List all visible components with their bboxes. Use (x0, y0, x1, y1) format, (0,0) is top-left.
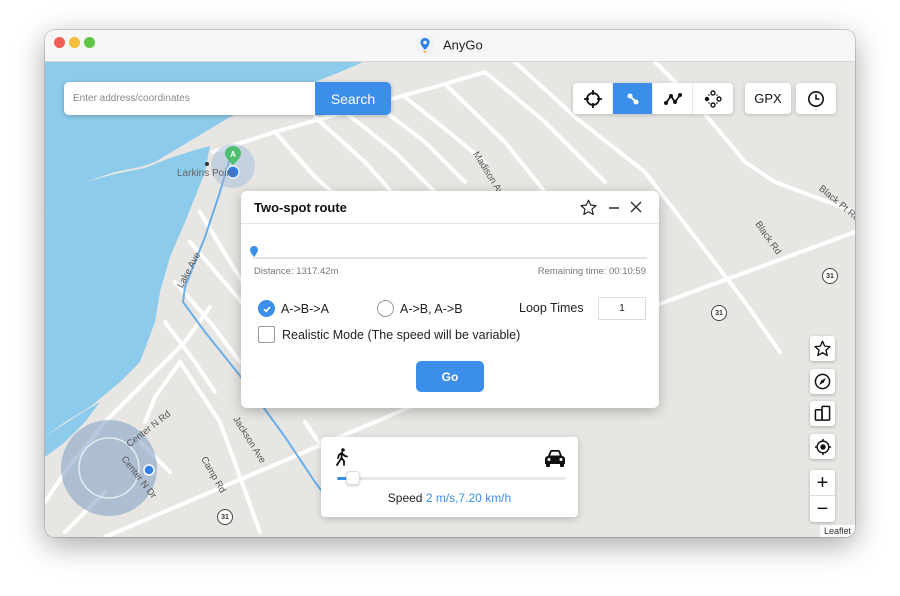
dialog-header: Two-spot route (241, 191, 659, 224)
anygo-logo-icon (417, 36, 434, 54)
route-shield: 31 (711, 305, 727, 321)
multi-spot-mode-button[interactable] (653, 83, 693, 114)
go-button[interactable]: Go (416, 361, 484, 392)
route-progress-bar (253, 257, 647, 259)
title-bar: AnyGo (45, 30, 855, 62)
joystick-mode-button[interactable] (693, 83, 733, 114)
radio-unchecked-icon (377, 300, 394, 317)
multi-spot-icon (663, 92, 682, 105)
window-title: AnyGo (45, 36, 855, 54)
speed-label: Speed (387, 491, 423, 505)
search-input[interactable] (64, 82, 315, 115)
realistic-mode-label: Realistic Mode (The speed will be variab… (282, 327, 521, 342)
gpx-button[interactable]: GPX (745, 83, 791, 114)
favorites-button[interactable] (810, 336, 835, 361)
minimize-dialog-button[interactable] (605, 198, 623, 216)
radio-checked-icon (258, 300, 275, 317)
speed-slider-thumb[interactable] (346, 471, 361, 485)
teleport-mode-button[interactable] (573, 83, 613, 114)
app-title: AnyGo (442, 37, 483, 53)
speed-value: 2 m/s,7.20 km/h (425, 491, 512, 505)
option-round-trip[interactable]: A->B->A (258, 300, 329, 317)
speed-readout: Speed 2 m/s,7.20 km/h (321, 491, 578, 505)
realistic-mode-checkbox[interactable]: Realistic Mode (The speed will be variab… (258, 326, 520, 343)
progress-marker-icon (250, 246, 258, 257)
devices-icon (814, 405, 831, 421)
star-icon (814, 340, 831, 357)
loop-times-input[interactable] (598, 297, 646, 320)
map-view[interactable]: A Larkins Point Madison Ave Black Pt Rd … (45, 62, 855, 537)
distance-text: Distance: 1317.42m (254, 266, 339, 277)
zoom-in-button[interactable]: + (810, 470, 835, 496)
mode-toolbar (573, 83, 733, 114)
route-shield: 31 (822, 268, 838, 284)
clock-icon (808, 90, 824, 107)
compass-button[interactable] (810, 369, 835, 394)
remaining-time-text: Remaining time: 00:10:59 (537, 266, 646, 277)
close-icon (630, 201, 642, 213)
zoom-out-button[interactable]: − (810, 496, 835, 522)
device-button[interactable] (810, 401, 835, 426)
option-label: A->B->A (281, 301, 329, 316)
route-shield: 31 (217, 509, 233, 525)
speed-panel: Speed 2 m/s,7.20 km/h (321, 437, 578, 517)
speed-slider[interactable] (337, 471, 566, 485)
two-spot-route-dialog: Two-spot route Distance: 1317.42m Remain… (241, 191, 659, 408)
option-repeat[interactable]: A->B, A->B (377, 300, 463, 317)
two-spot-icon (627, 93, 638, 104)
search-button[interactable]: Search (315, 82, 391, 115)
zoom-control: + − (810, 470, 835, 522)
option-label: A->B, A->B (400, 301, 463, 316)
crosshair-icon (583, 89, 602, 108)
location-target-icon (814, 438, 831, 455)
minimize-icon (609, 207, 619, 209)
close-dialog-button[interactable] (627, 198, 645, 216)
compass-icon (814, 373, 831, 390)
dialog-title: Two-spot route (254, 200, 347, 215)
history-button[interactable] (796, 83, 836, 114)
label-larkins-point: Larkins Point (177, 168, 235, 179)
search-bar: Search (64, 82, 391, 115)
app-window: AnyGo A Larkins Point Madison Ave Black … (45, 30, 855, 537)
locate-me-button[interactable] (810, 434, 835, 459)
favorite-button[interactable] (579, 198, 597, 216)
joystick-icon (704, 89, 722, 108)
checkbox-icon (258, 326, 275, 343)
loop-times-label: Loop Times (519, 301, 584, 315)
svg-text:A: A (230, 150, 236, 159)
star-icon (579, 199, 597, 215)
walking-icon[interactable] (335, 448, 349, 466)
map-attribution[interactable]: Leaflet (819, 525, 855, 537)
car-icon[interactable] (544, 449, 566, 468)
two-spot-mode-button[interactable] (613, 83, 653, 114)
